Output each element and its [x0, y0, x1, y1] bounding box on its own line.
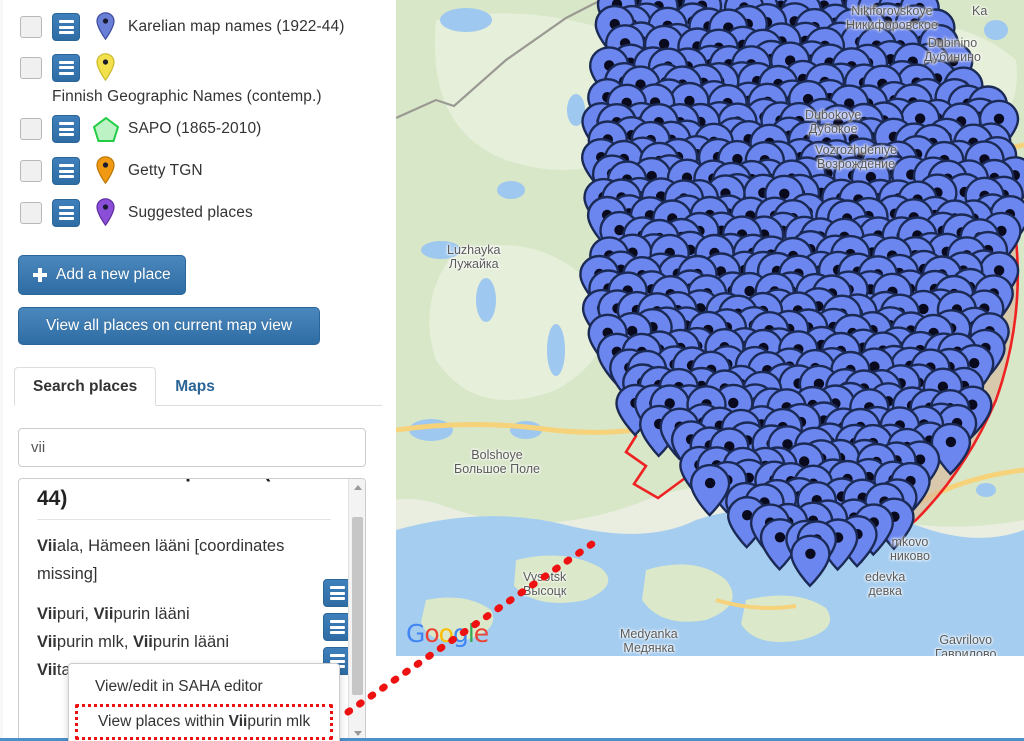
layer-label: SAPO (1865-2010) [128, 120, 262, 137]
layer-checkbox[interactable] [20, 118, 42, 140]
map-pin-icon [92, 154, 118, 188]
result-item-viipuri[interactable]: Viipuri, Viipurin lääni [37, 588, 331, 628]
result-item-viipurin-mlk[interactable]: Viipurin mlk, Viipurin lääni [37, 628, 331, 656]
layer-checkbox[interactable] [20, 202, 42, 224]
list-icon[interactable] [52, 13, 80, 41]
map-marker[interactable] [790, 534, 831, 588]
list-icon[interactable] [52, 115, 80, 143]
list-icon[interactable] [52, 53, 80, 82]
google-logo: Google [406, 619, 489, 648]
result-rest: purin mlk, Viipurin lääni [56, 633, 230, 651]
plus-icon [33, 268, 47, 282]
layer-row-suggested-places[interactable]: Suggested places [0, 192, 390, 234]
context-menu: View/edit in SAHA editor View places wit… [68, 663, 340, 741]
view-all-places-button[interactable]: View all places on current map view [18, 307, 320, 345]
layer-label: Karelian map names (1922-44) [128, 18, 345, 35]
scrollbar-thumb[interactable] [352, 517, 363, 695]
left-panel: Karelian map names (1922-44) Finnish Geo… [0, 0, 396, 741]
layer-row-finnish-geographic[interactable]: Finnish Geographic Names (contemp.) [0, 48, 390, 108]
search-results-list: Finnish municipalities (1939-44) Viiala,… [19, 479, 349, 684]
tab-bar: Search places Maps [14, 366, 382, 406]
layer-label: Suggested places [128, 204, 253, 221]
results-scrollbar[interactable] [348, 479, 365, 740]
layer-row-karelian[interactable]: Karelian map names (1922-44) [0, 6, 390, 48]
layer-list: Karelian map names (1922-44) Finnish Geo… [0, 6, 390, 234]
list-icon[interactable] [52, 157, 80, 185]
result-match-prefix: Vii [37, 661, 57, 679]
add-new-place-label: Add a new place [56, 266, 171, 283]
list-icon[interactable] [323, 613, 351, 641]
layer-row-sapo[interactable]: SAPO (1865-2010) [0, 108, 390, 150]
add-new-place-button[interactable]: Add a new place [18, 255, 186, 295]
tab-maps[interactable]: Maps [156, 367, 234, 406]
context-menu-item-saha-editor[interactable]: View/edit in SAHA editor [69, 670, 339, 704]
results-heading: Finnish municipalities (1939-44) [37, 479, 331, 520]
context-menu-item-view-places-within[interactable]: View places within Viipurin mlk [75, 704, 333, 740]
map-pin-icon [92, 51, 118, 85]
context-menu-item-label: View/edit in SAHA editor [95, 678, 263, 695]
map-pin-icon [92, 196, 118, 230]
tab-search-places[interactable]: Search places [14, 367, 157, 406]
context-menu-item-label: View places within Viipurin mlk [98, 713, 311, 730]
result-rest: ala, Hämeen lääni [coordinates missing] [37, 537, 285, 583]
result-match-prefix: Vii [37, 605, 57, 623]
result-rest: puri, Viipurin lääni [56, 605, 190, 623]
layer-checkbox[interactable] [20, 16, 42, 38]
tab-search-places-label: Search places [33, 378, 138, 395]
view-all-places-label: View all places on current map view [45, 317, 293, 334]
app-root: Karelian map names (1922-44) Finnish Geo… [0, 0, 1024, 741]
list-icon[interactable] [323, 579, 351, 607]
result-match-prefix: Vii [37, 537, 57, 555]
map-viewport[interactable]: Nikiforovskoye Никифоровское Dubinino Дубин… [396, 0, 1024, 656]
panel-edge [0, 0, 3, 741]
layer-row-getty-tgn[interactable]: Getty TGN [0, 150, 390, 192]
layer-checkbox[interactable] [20, 56, 42, 79]
list-icon[interactable] [52, 199, 80, 227]
pentagon-polygon-icon [92, 114, 120, 144]
search-input[interactable] [18, 428, 366, 467]
layer-label: Finnish Geographic Names (contemp.) [52, 87, 322, 105]
layer-checkbox[interactable] [20, 160, 42, 182]
map-markers-cluster[interactable] [396, 0, 1024, 656]
map-pin-icon [92, 10, 118, 44]
result-match-prefix: Vii [37, 633, 57, 651]
layer-label: Getty TGN [128, 162, 203, 179]
result-item-viiala[interactable]: Viiala, Hämeen lääni [coordinates missin… [37, 520, 331, 588]
scroll-up-icon[interactable] [349, 479, 365, 496]
tab-maps-label: Maps [175, 378, 215, 395]
